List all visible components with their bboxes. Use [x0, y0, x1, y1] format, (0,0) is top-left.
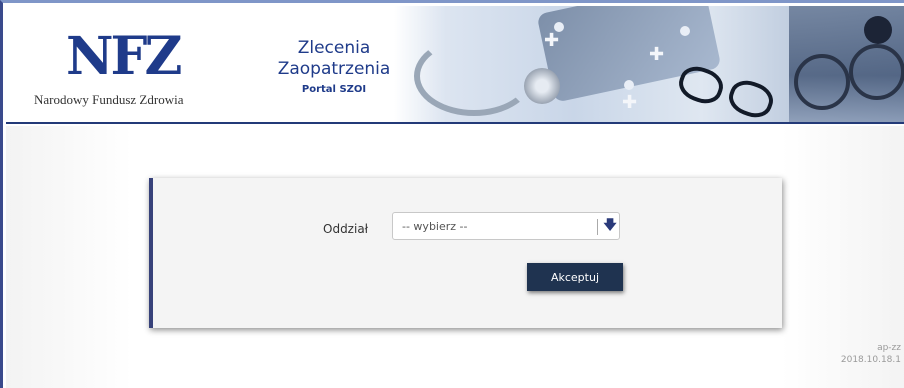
medical-cross-icon: ✚: [544, 30, 560, 51]
medical-cross-icon: ✚: [622, 92, 638, 113]
rider-helmet-graphic: [864, 16, 892, 44]
person-icon: [554, 22, 564, 32]
main-content: Oddział -- wybierz -- 🡇 Akceptuj ap-zz 2…: [6, 126, 904, 388]
glasses-graphic: [674, 58, 778, 122]
portal-title: Zlecenia Zaopatrzenia Portal SZOI: [274, 38, 394, 95]
person-icon: [624, 80, 634, 90]
logo-subtitle: Narodowy Fundusz Zdrowia: [34, 92, 184, 107]
title-line-1: Zlecenia: [297, 38, 371, 58]
app-version: 2018.10.18.1: [840, 355, 901, 365]
version-info: ap-zz 2018.10.18.1: [841, 342, 901, 366]
stethoscope-graphic: [414, 36, 534, 116]
arrow-down-icon[interactable]: 🡇: [603, 217, 617, 235]
bike-wheel-graphic: [849, 44, 904, 100]
browser-frame: NFZ Narodowy Fundusz Zdrowia Zlecenia Za…: [0, 0, 904, 388]
select-separator: [597, 219, 598, 235]
logo-mark: NFZ: [66, 26, 182, 87]
medical-cross-icon: ✚: [649, 44, 665, 65]
title-line-2: Zaopatrzenia: [277, 59, 391, 79]
accept-button[interactable]: Akceptuj: [527, 263, 623, 291]
header-banner-image: ✚ ✚ ✚: [394, 6, 904, 122]
stethoscope-head-graphic: [524, 68, 560, 104]
oddzial-select[interactable]: -- wybierz -- 🡇: [392, 212, 620, 240]
app-code: ap-zz: [877, 343, 901, 353]
oddzial-label: Oddział: [323, 222, 369, 236]
nfz-logo[interactable]: NFZ Narodowy Fundusz Zdrowia: [30, 28, 210, 118]
branch-selection-card: Oddział -- wybierz -- 🡇 Akceptuj: [149, 178, 782, 328]
portal-name: Portal SZOI: [301, 84, 367, 95]
oddzial-select-value: -- wybierz --: [402, 220, 468, 233]
bike-wheel-graphic: [794, 54, 850, 110]
page-header: NFZ Narodowy Fundusz Zdrowia Zlecenia Za…: [6, 6, 904, 124]
person-icon: [680, 26, 690, 36]
